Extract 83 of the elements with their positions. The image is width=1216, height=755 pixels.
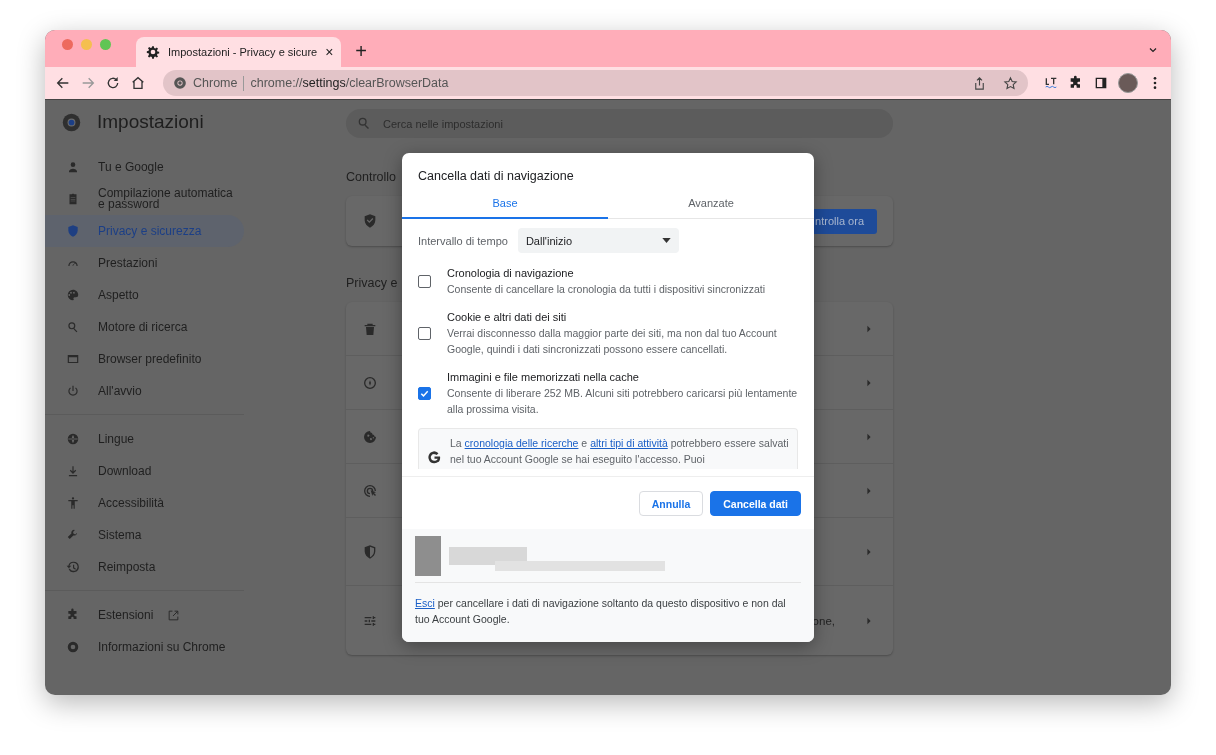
notice-link[interactable]: altri tipi di attività [590,437,668,449]
address-bar[interactable]: Chrome chrome://settings/clearBrowserData [163,70,1028,96]
wrench-icon [66,528,80,542]
option-title: Cookie e altri dati dei siti [447,310,568,325]
sidebar-item[interactable]: Sistema [45,519,244,551]
reload-icon[interactable] [105,75,121,91]
sidebar-item[interactable]: All'avvio [45,375,244,407]
tab-title: Impostazioni - Privacy e sicure [168,46,318,58]
sidebar-item[interactable]: Privacy e sicurezza [45,215,244,247]
history-icon [66,560,80,574]
shield-icon [362,543,378,560]
power-icon [66,384,80,398]
notice-text: La cronologia delle ricerche e altri tipi di attività potrebbero essere salvati nel tuo Account Google se hai eseguito l'accesso. Puoi [450,436,789,467]
sidebar-item[interactable]: Download [45,455,244,487]
settings-title: Impostazioni [97,111,204,133]
star-icon[interactable] [1003,75,1018,91]
cursor-target-icon [362,482,378,499]
sidebar-item[interactable]: Tu e Google [45,151,244,183]
url-text: chrome://settings/clearBrowserData [250,76,449,90]
palette-icon [66,288,80,302]
new-tab-button[interactable]: + [355,41,368,61]
search-icon [356,115,372,131]
option-title: Cronologia di navigazione [447,266,575,281]
browser-tab[interactable]: Impostazioni - Privacy e sicure × [136,37,342,67]
caret-icon [661,238,671,243]
compass-icon [362,374,378,391]
download-icon [66,464,80,478]
checkbox[interactable] [418,387,431,400]
chevron-right-icon[interactable] [865,432,873,441]
globe-icon [66,432,80,446]
cookie-icon [362,428,378,445]
sidebar-item[interactable]: Prestazioni [45,247,244,279]
sidebar-item[interactable]: Estensioni [45,599,244,631]
sign-out-note: Esci per cancellare i dati di navigazione soltanto da questo dispositivo e non dal tuo Account Google. [415,596,787,627]
side-panel-icon[interactable] [1093,75,1109,91]
person-figure-icon [66,496,80,510]
chevron-right-icon[interactable] [865,616,873,625]
chevron-right-icon[interactable] [865,547,873,556]
sidebar-item[interactable]: Aspetto [45,279,244,311]
time-range-label: Intervallo di tempo [418,234,508,247]
chevron-right-icon[interactable] [865,378,873,387]
sidebar-item[interactable]: Reimposta [45,551,244,583]
puzzle-icon [66,608,80,622]
profile-avatar[interactable] [1118,73,1138,93]
dialog-tab[interactable]: Base [402,197,608,219]
sign-out-link[interactable]: Esci [415,597,435,609]
option-description: Consente di cancellare la cronologia da tutti i dispositivi sincronizzati [447,282,766,297]
gear-icon [146,45,160,59]
sidebar-item[interactable]: Informazioni su Chrome [45,631,244,663]
circle-logo-icon [66,640,80,654]
time-range-dropdown[interactable]: Dall'inizio [517,228,679,253]
sidebar-item[interactable]: Accessibilità [45,487,244,519]
person-icon [66,160,80,174]
option-title: Immagini e file memorizzati nella cache [447,370,640,385]
chevron-right-icon[interactable] [865,486,873,495]
settings-logo-icon [62,112,81,132]
search-icon [66,320,80,334]
shield-icon [66,224,80,238]
share-icon[interactable] [972,75,987,91]
home-icon[interactable] [130,75,146,91]
dialog-title: Cancella dati di navigazione [417,168,575,183]
sidebar-item[interactable]: Browser predefinito [45,343,244,375]
google-g-icon [427,450,442,465]
chrome-logo-icon [173,76,187,90]
section-heading: Controllo [346,170,397,184]
notice-link[interactable]: cronologia delle ricerche [464,437,579,449]
shield-icon [362,213,378,229]
checkbox[interactable] [418,327,431,340]
cancel-button[interactable]: Annulla [638,491,704,516]
extension-icon[interactable] [1043,75,1059,91]
option-description: Consente di liberare 252 MB. Alcuni siti potrebbero caricarsi più lentamente alla prossima visita. [447,386,798,417]
back-arrow-icon[interactable] [55,75,71,91]
sidebar-item[interactable]: Lingue [45,423,244,455]
option-description: Verrai disconnesso dalla maggior parte dei siti, ma non dal tuo Account Google, quindi i dati sincronizzati possono essere cancellati. [447,326,778,357]
close-tab-button[interactable]: × [325,45,334,59]
browser-window-icon [66,352,80,366]
checkbox[interactable] [418,275,431,288]
sidebar-item[interactable]: Compilazione automatica e password [45,183,244,215]
sidebar-item[interactable]: Motore di ricerca [45,311,244,343]
section-heading: Privacy e [346,276,398,290]
clear-data-button[interactable]: Cancella dati [710,491,801,516]
chevron-right-icon[interactable] [865,324,873,333]
site-label: Chrome [193,76,238,90]
